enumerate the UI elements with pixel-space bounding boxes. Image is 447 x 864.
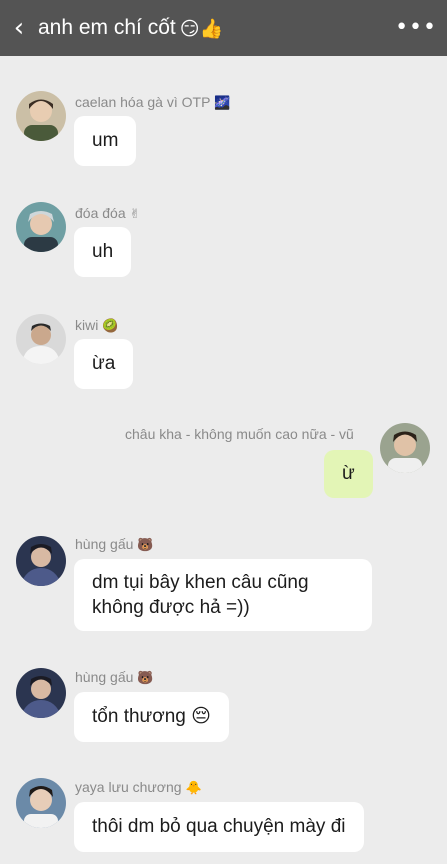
message-bubble[interactable]: thôi dm bỏ qua chuyện mày đi: [74, 802, 364, 852]
chat-header: ‹ anh em chí cốt 😏👍 •••: [0, 0, 447, 56]
sender-badge: 🐻: [137, 538, 154, 553]
sender-badge: 🐻: [137, 671, 154, 686]
sender-badge: 🥝: [102, 319, 119, 334]
user-avatar[interactable]: [16, 778, 66, 828]
sender-name: châu kha - không muốn cao nữa - vũ: [125, 426, 354, 442]
message-bubble[interactable]: ừa: [74, 339, 134, 389]
message-row: hùng gấu 🐻 dm tụi bây khen câu cũng không…: [0, 533, 447, 633]
message-row: kiwi 🥝 ừa: [0, 311, 447, 391]
message-row: yaya lưu chương 🐥 thôi dm bỏ qua chuyện m…: [0, 775, 447, 864]
sender-badge: 🌌: [214, 96, 231, 111]
user-avatar[interactable]: [16, 668, 66, 718]
more-options-icon[interactable]: •••: [395, 0, 437, 56]
user-avatar[interactable]: [16, 536, 66, 586]
user-avatar[interactable]: [16, 314, 66, 364]
message-row-mine: châu kha - không muốn cao nữa - vũ ừ: [0, 420, 447, 500]
back-icon[interactable]: ‹: [0, 0, 38, 56]
message-bubble[interactable]: uh: [74, 227, 132, 277]
title-emoji: 😏👍: [179, 17, 224, 40]
sender-name: kiwi 🥝: [75, 317, 119, 334]
sender-name: đóa đóa ✌: [75, 205, 141, 222]
sender-name: caelan hóa gà vì OTP 🌌: [75, 94, 231, 111]
message-bubble[interactable]: ừ: [324, 450, 373, 498]
sender-badge: ✌: [129, 207, 141, 222]
message-bubble[interactable]: tổn thương 😔: [74, 692, 229, 742]
message-bubble[interactable]: dm tụi bây khen câu cũng không được hả =…: [74, 559, 372, 631]
user-avatar[interactable]: [16, 91, 66, 141]
user-avatar[interactable]: [380, 423, 430, 473]
sender-name: yaya lưu chương 🐥: [75, 779, 202, 796]
sender-name: hùng gấu 🐻: [75, 536, 154, 553]
sender-badge: 🐥: [185, 781, 202, 796]
user-avatar[interactable]: [16, 202, 66, 252]
message-row: hùng gấu 🐻 tổn thương 😔: [0, 665, 447, 745]
message-row: đóa đóa ✌ uh: [0, 199, 447, 279]
message-row: caelan hóa gà vì OTP 🌌 um: [0, 88, 447, 166]
sender-name: hùng gấu 🐻: [75, 669, 154, 686]
chat-title[interactable]: anh em chí cốt: [38, 16, 176, 40]
message-bubble[interactable]: um: [74, 116, 137, 166]
